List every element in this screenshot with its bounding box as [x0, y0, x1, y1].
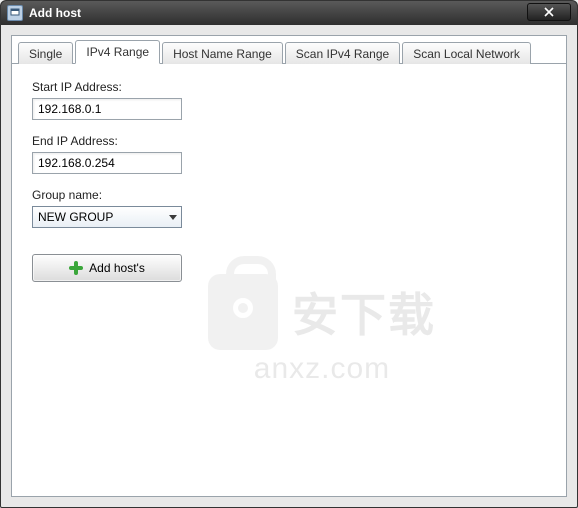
start-ip-label: Start IP Address: [32, 80, 546, 94]
tab-body: Start IP Address: End IP Address: Group … [12, 64, 566, 496]
add-host-window: Add host Single IPv4 Range Host Name Ran… [0, 0, 578, 508]
tab-host-name-range[interactable]: Host Name Range [162, 42, 283, 64]
tabstrip: Single IPv4 Range Host Name Range Scan I… [12, 36, 566, 64]
tab-single[interactable]: Single [18, 42, 73, 64]
end-ip-label: End IP Address: [32, 134, 546, 148]
add-hosts-label: Add host's [89, 261, 145, 275]
chevron-down-icon [169, 215, 177, 220]
add-hosts-button[interactable]: Add host's [32, 254, 182, 282]
lock-icon [208, 274, 278, 350]
tab-scan-ipv4-range[interactable]: Scan IPv4 Range [285, 42, 400, 64]
group-name-combobox[interactable]: NEW GROUP [32, 206, 182, 228]
close-icon [544, 7, 554, 17]
close-button[interactable] [527, 3, 571, 21]
group-name-value: NEW GROUP [38, 210, 113, 224]
window-title: Add host [29, 6, 81, 20]
app-icon [7, 5, 23, 21]
watermark-text-en: anxz.com [254, 352, 390, 386]
titlebar: Add host [1, 1, 577, 25]
watermark-text-cn: 安下载 [292, 279, 436, 345]
watermark: 安下载 anxz.com [162, 274, 482, 386]
group-name-label: Group name: [32, 188, 546, 202]
content-frame: Single IPv4 Range Host Name Range Scan I… [11, 35, 567, 497]
tab-ipv4-range[interactable]: IPv4 Range [75, 40, 160, 64]
plus-icon [69, 261, 83, 275]
end-ip-input[interactable] [32, 152, 182, 174]
tab-scan-local-network[interactable]: Scan Local Network [402, 42, 531, 64]
start-ip-input[interactable] [32, 98, 182, 120]
